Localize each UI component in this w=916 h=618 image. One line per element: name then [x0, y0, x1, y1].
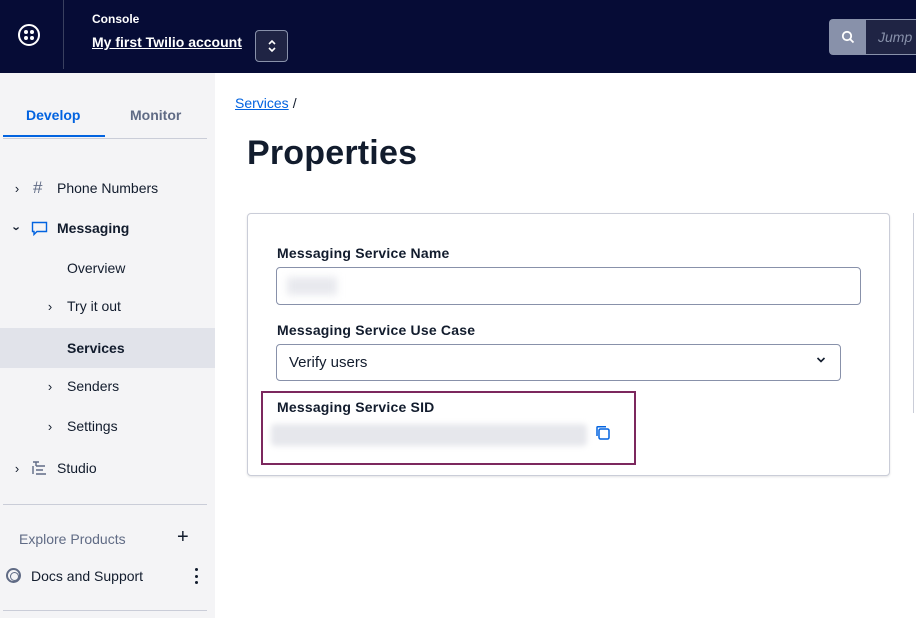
service-use-case-label: Messaging Service Use Case [277, 322, 476, 338]
sidebar-item-label: Settings [67, 418, 118, 434]
chevron-right-icon: › [14, 180, 20, 196]
sidebar-item-try-it-out[interactable]: › Try it out [0, 287, 215, 325]
account-name-link[interactable]: My first Twilio account [92, 34, 242, 50]
sidebar-item-messaging[interactable]: › Messaging [0, 209, 215, 247]
chevron-right-icon: › [14, 460, 20, 476]
use-case-select[interactable]: Verify users [276, 344, 841, 381]
tabs-divider [3, 138, 207, 139]
docs-and-support-link[interactable]: Docs and Support [31, 568, 143, 584]
search-button[interactable] [829, 19, 866, 55]
service-name-input[interactable] [276, 267, 861, 305]
more-options-icon[interactable] [190, 566, 202, 586]
sidebar-item-services[interactable]: Services [0, 328, 215, 368]
sidebar-item-phone-numbers[interactable]: › # Phone Numbers [0, 169, 215, 207]
sidebar-item-label: Studio [57, 460, 97, 476]
tab-monitor[interactable]: Monitor [130, 107, 181, 123]
sidebar-item-label: Phone Numbers [57, 180, 159, 196]
sidebar-item-label: Try it out [67, 298, 121, 314]
breadcrumb: Services / [235, 95, 297, 111]
chat-bubble-icon [31, 221, 48, 239]
studio-flow-icon [31, 460, 48, 479]
search-icon [841, 30, 854, 44]
hash-icon: # [33, 178, 43, 197]
top-bar: Console My first Twilio account [0, 0, 916, 73]
lifebuoy-icon [6, 568, 21, 583]
breadcrumb-separator: / [292, 95, 297, 111]
sidebar-item-senders[interactable]: › Senders [0, 367, 215, 405]
sidebar-item-label: Overview [67, 260, 126, 276]
twilio-logo-icon[interactable] [18, 24, 40, 46]
chevron-right-icon: › [47, 298, 53, 314]
account-switcher-button[interactable] [255, 30, 288, 62]
sidebar-item-studio[interactable]: › Studio [0, 449, 215, 487]
tab-develop[interactable]: Develop [26, 107, 80, 123]
chevron-down-icon: › [9, 225, 25, 231]
sidebar-item-label: Services [67, 340, 125, 356]
redacted-sid-value [271, 424, 587, 446]
topbar-divider [63, 0, 64, 69]
service-sid-label: Messaging Service SID [277, 399, 435, 415]
sidebar-item-settings[interactable]: › Settings [0, 407, 215, 445]
console-label: Console [92, 12, 140, 26]
jump-to-search-input[interactable] [866, 19, 916, 55]
chevron-right-icon: › [47, 418, 53, 434]
active-tab-indicator [3, 135, 105, 137]
redacted-value [287, 277, 337, 295]
sidebar-item-label: Senders [67, 378, 120, 394]
chevron-updown-icon [267, 39, 276, 53]
explore-products-label[interactable]: Explore Products [19, 531, 126, 547]
sidebar-item-overview[interactable]: Overview [0, 249, 215, 287]
service-name-label: Messaging Service Name [277, 245, 450, 261]
breadcrumb-services-link[interactable]: Services [235, 95, 289, 111]
sidebar-bottom-divider [3, 610, 207, 611]
plus-icon[interactable]: + [177, 527, 189, 547]
sidebar-item-label: Messaging [57, 220, 130, 236]
chevron-right-icon: › [47, 378, 53, 394]
sidebar: Develop Monitor › # Phone Numbers › Mess… [0, 73, 215, 618]
chevron-down-icon [816, 352, 826, 367]
page-title: Properties [247, 134, 418, 172]
copy-icon[interactable] [594, 424, 612, 442]
sidebar-divider [3, 504, 207, 505]
